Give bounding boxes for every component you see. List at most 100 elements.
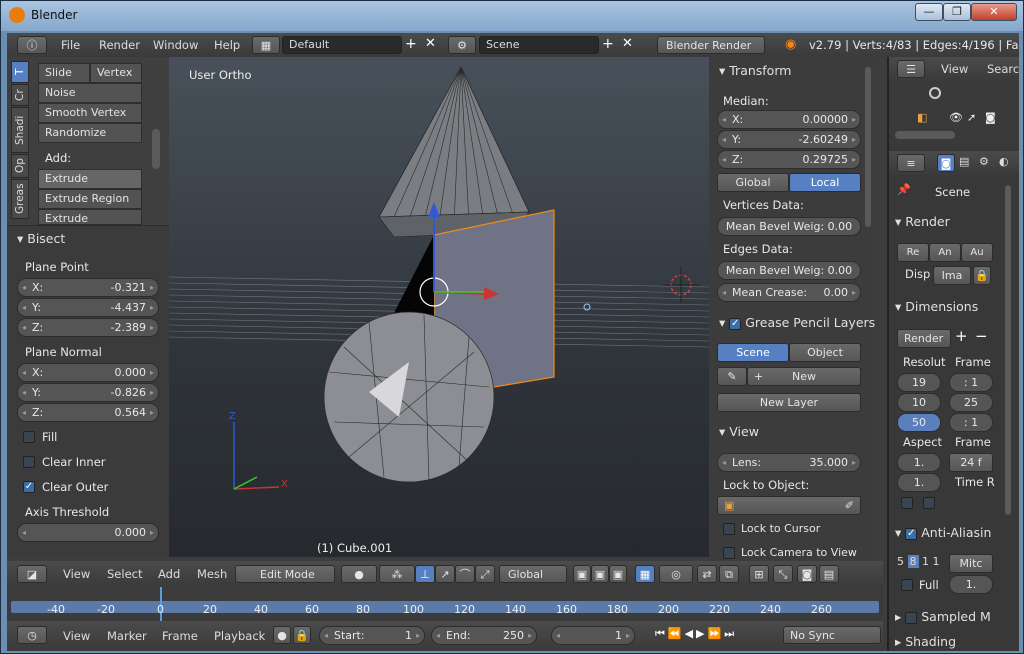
plane-point-z[interactable]: ◂ Z: -2.389 ▸	[17, 318, 159, 337]
visibility-eye-icon[interactable]: 👁	[949, 111, 963, 124]
tab-grease[interactable]: Greas	[11, 179, 29, 219]
remove-scene-icon[interactable]: ✕	[622, 36, 633, 51]
aa-samples[interactable]: 5 8 1 1	[897, 555, 947, 574]
resolution-y[interactable]: 10	[897, 393, 941, 412]
extrude-individual-button[interactable]: Extrude Individual	[38, 209, 142, 225]
aa-filter-select[interactable]: Mitc	[949, 554, 993, 573]
gp-new-layer-button[interactable]: New Layer	[717, 393, 861, 412]
render-still-button[interactable]: Re	[897, 243, 929, 262]
full-sample-checkbox[interactable]	[901, 579, 913, 591]
outliner-search[interactable]: Search	[987, 62, 1019, 76]
scene-field[interactable]: Scene	[479, 36, 599, 54]
pencil-icon[interactable]: ✎	[717, 367, 747, 386]
outliner-icon[interactable]: ☰	[897, 60, 925, 78]
median-y[interactable]: ◂ Y: -2.60249 ▸	[717, 130, 861, 149]
close-button[interactable]: ✕	[971, 3, 1017, 21]
snap-toggle[interactable]: ⧉	[719, 565, 739, 583]
dimensions-title[interactable]: ▾ Dimensions	[895, 299, 978, 314]
layer-1-icon[interactable]: ▣	[573, 565, 591, 583]
end-frame-field[interactable]: ◂ End: 250 ▸	[431, 626, 537, 645]
lock-interface-icon[interactable]: 🔒	[973, 266, 991, 285]
global-toggle[interactable]: Global	[717, 173, 789, 192]
scene-icon[interactable]: ⚙	[448, 36, 476, 54]
aspect-x[interactable]: 1.	[897, 453, 941, 472]
randomize-button[interactable]: Randomize	[38, 123, 142, 143]
layer-3-icon[interactable]: ▣	[609, 565, 627, 583]
view3d-add-menu[interactable]: Add	[158, 567, 180, 581]
outliner-hscroll[interactable]	[895, 131, 955, 139]
local-toggle[interactable]: Local	[789, 173, 861, 192]
playback-controls[interactable]: ⏮⏪◀▶⏩⏭	[655, 627, 737, 641]
bisect-title[interactable]: ▾ Bisect	[17, 231, 65, 246]
fps-select[interactable]: 24 f	[949, 453, 993, 472]
mean-bevel-edge[interactable]: Mean Bevel Weig: 0.00	[717, 261, 861, 280]
plane-normal-y[interactable]: ◂ Y: -0.826 ▸	[17, 383, 159, 402]
median-x[interactable]: ◂ X: 0.00000 ▸	[717, 110, 861, 129]
timeline-area[interactable]: -40 -20 0 20 40 60 80 100 120 140 160 18…	[7, 587, 883, 621]
tab-tools[interactable]: T	[11, 61, 29, 83]
menu-help[interactable]: Help	[214, 38, 240, 52]
extrude-button[interactable]: Extrude	[38, 169, 142, 189]
remove-layout-icon[interactable]: ✕	[425, 36, 436, 51]
render-tab-icon[interactable]: ◙	[937, 154, 955, 172]
mirror-icon[interactable]: ⇄	[697, 565, 717, 583]
menu-render[interactable]: Render	[99, 38, 140, 52]
crop-checkbox[interactable]	[923, 497, 935, 509]
frame-start[interactable]: : 1	[949, 373, 993, 392]
world-tab-icon[interactable]: ◐	[999, 155, 1009, 168]
render-opengl-icon[interactable]: ◙	[797, 565, 817, 583]
anti-aliasing-title[interactable]: ▾ ✓ Anti-Aliasin	[895, 525, 991, 540]
timeline-playback-menu[interactable]: Playback	[214, 629, 265, 643]
plane-normal-z[interactable]: ◂ Z: 0.564 ▸	[17, 403, 159, 422]
menu-window[interactable]: Window	[153, 38, 198, 52]
plane-point-x[interactable]: ◂ X: -0.321 ▸	[17, 278, 159, 297]
gp-scene-toggle[interactable]: Scene	[717, 343, 789, 362]
render-camera-icon[interactable]: ◙	[985, 111, 996, 124]
noise-button[interactable]: Noise	[38, 83, 142, 103]
clear-inner-checkbox[interactable]	[23, 456, 35, 468]
layer-2-icon[interactable]: ▣	[591, 565, 609, 583]
add-preset-icon[interactable]: +	[955, 327, 968, 345]
sampled-motion-title[interactable]: ▸ Sampled M	[895, 609, 991, 624]
start-frame-field[interactable]: ◂ Start: 1 ▸	[319, 626, 425, 645]
limit-selection-icon[interactable]: ▦	[635, 565, 655, 583]
sync-select[interactable]: No Sync	[783, 626, 881, 644]
render-engine-select[interactable]: Blender Render	[657, 36, 765, 54]
axis-threshold-field[interactable]: ◂ 0.000 ▸	[17, 523, 159, 542]
timeline-editor-icon[interactable]: ◷	[17, 626, 47, 644]
add-layout-icon[interactable]: +	[405, 36, 417, 52]
gp-new-button[interactable]: + New	[747, 367, 861, 386]
view-title[interactable]: ▾ View	[719, 424, 759, 439]
scale-icon[interactable]: ⤢	[475, 565, 495, 583]
lock-cursor-checkbox[interactable]	[723, 523, 735, 535]
shading-title[interactable]: ▸ Shading	[895, 634, 956, 649]
layout-grid-icon[interactable]: ▦	[252, 36, 280, 54]
select-cursor-icon[interactable]: ➚	[967, 111, 976, 124]
mean-bevel-vertex[interactable]: Mean Bevel Weig: 0.00	[717, 217, 861, 236]
snap-target-icon[interactable]: ⤡	[773, 565, 793, 583]
median-z[interactable]: ◂ Z: 0.29725 ▸	[717, 150, 861, 169]
vertex-button[interactable]: Vertex	[90, 63, 142, 83]
menu-file[interactable]: File	[61, 38, 80, 52]
lock-object-field[interactable]: ▣ ✐	[717, 496, 861, 515]
tab-shading[interactable]: Shadi	[11, 107, 29, 153]
frame-step[interactable]: : 1	[949, 413, 993, 432]
properties-editor-icon[interactable]: ≡	[897, 154, 925, 172]
mode-select[interactable]: Edit Mode	[235, 565, 335, 583]
timeline-view-menu[interactable]: View	[63, 629, 90, 643]
rotate-icon[interactable]: ⌒	[455, 565, 475, 583]
frame-end[interactable]: 25	[949, 393, 993, 412]
snap-element-icon[interactable]: ⊞	[749, 565, 769, 583]
proportional-edit-select[interactable]: ◎	[659, 565, 693, 583]
outliner-view-menu[interactable]: View	[941, 62, 968, 76]
resolution-x[interactable]: 19	[897, 373, 941, 392]
maximize-button[interactable]: ❐	[943, 3, 971, 21]
record-icon[interactable]: ●	[273, 626, 291, 644]
render-animation-opengl-icon[interactable]: ▤	[819, 565, 839, 583]
render-audio-button[interactable]: Au	[961, 243, 993, 262]
view3d-mesh-menu[interactable]: Mesh	[197, 567, 227, 581]
outliner-tree[interactable]: ◧ 👁 ➚ ◙	[889, 81, 1019, 145]
3d-viewport[interactable]: User Ortho X Z (1) Cube.001	[169, 57, 709, 557]
lock-frames-icon[interactable]: 🔒	[293, 626, 311, 644]
render-preset-select[interactable]: Render	[897, 329, 951, 348]
